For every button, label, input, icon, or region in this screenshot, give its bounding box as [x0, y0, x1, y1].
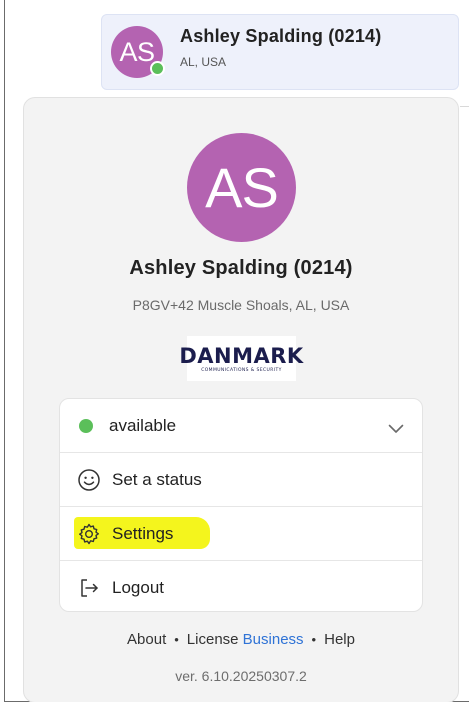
license-label: License [186, 631, 239, 648]
footer-separator: • [311, 632, 317, 647]
settings-item[interactable]: Settings [60, 506, 422, 560]
window-left-border [4, 0, 5, 702]
license-link[interactable]: License Business [187, 631, 304, 648]
logout-item[interactable]: Logout [60, 560, 422, 611]
set-status-item[interactable]: Set a status [60, 452, 422, 506]
profile-name: Ashley Spalding (0214) [129, 257, 353, 279]
logo-tagline: COMMUNICATIONS & SECURITY [201, 367, 282, 373]
about-link[interactable]: About [127, 631, 166, 648]
presence-indicator [150, 61, 165, 76]
availability-label: available [109, 416, 177, 435]
footer-separator: • [174, 632, 179, 647]
availability-select[interactable]: available [60, 399, 422, 453]
user-menu-trigger[interactable]: AS Ashley Spalding (0214) AL, USA [101, 14, 459, 90]
settings-label: Settings [112, 523, 174, 543]
avatar: AS [111, 26, 165, 78]
profile-avatar: AS [187, 133, 296, 242]
profile-avatar-initials: AS [205, 156, 279, 219]
availability-dot [79, 419, 93, 433]
license-tier: Business [242, 631, 304, 648]
profile-dropdown: AS Ashley Spalding (0214) P8GV+42 Muscle… [23, 97, 459, 702]
smiley-icon [77, 468, 101, 492]
user-name: Ashley Spalding (0214) [180, 25, 382, 46]
logout-icon [77, 576, 101, 600]
user-location: AL, USA [180, 54, 227, 69]
help-link[interactable]: Help [324, 631, 355, 648]
logout-label: Logout [112, 577, 164, 597]
version-label: ver. 6.10.20250307.2 [175, 668, 307, 684]
header-divider [460, 106, 469, 107]
gear-icon [77, 522, 101, 546]
set-status-label: Set a status [112, 469, 202, 489]
chevron-down-icon[interactable] [388, 419, 404, 439]
user-chip-text: Ashley Spalding (0214) AL, USA [180, 26, 381, 69]
logo-wordmark: DANMARK [179, 343, 304, 368]
footer-links: About • License Business • Help [24, 631, 458, 648]
company-logo: DANMARK COMMUNICATIONS & SECURITY [179, 336, 303, 381]
avatar-initials: AS [119, 36, 155, 67]
profile-address: P8GV+42 Muscle Shoals, AL, USA [132, 297, 350, 313]
profile-menu: available Set a status Settings Logout [59, 398, 423, 612]
